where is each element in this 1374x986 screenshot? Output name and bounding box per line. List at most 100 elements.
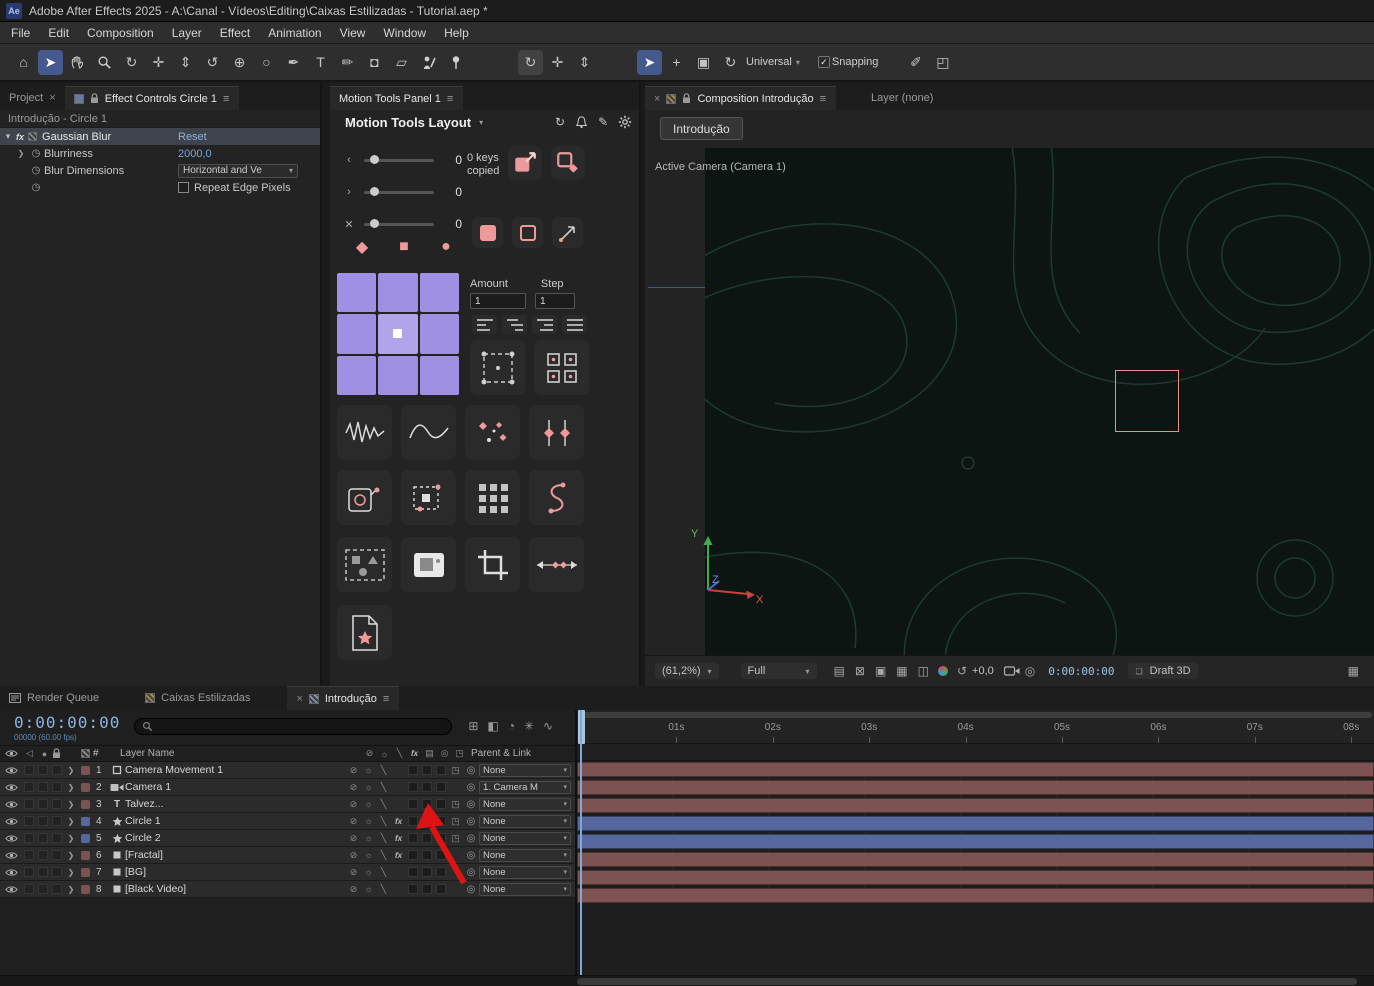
pick-whip-icon[interactable]: ◎ [463, 782, 479, 793]
quality-switch[interactable]: ╲ [376, 884, 391, 895]
layer-name[interactable]: [Fractal] [125, 849, 346, 861]
layer-name[interactable]: Camera 1 [125, 781, 346, 793]
grid-dots-icon[interactable] [465, 470, 520, 525]
new-doc-star-icon[interactable] [337, 605, 392, 660]
grid-cell[interactable] [419, 273, 459, 313]
solo-cell[interactable] [38, 816, 48, 826]
reset-button[interactable]: Reset [178, 131, 207, 143]
motion-blur-column-icon[interactable]: ◎ [437, 748, 452, 759]
audio-cell[interactable] [24, 799, 34, 809]
time-ruler[interactable]: 01s 02s 03s 04s 05s 06s 07s 08s [577, 710, 1374, 744]
slider-value[interactable]: 0 [440, 217, 462, 231]
type-tool-icon[interactable]: T [308, 50, 333, 75]
mask-toggle-icon[interactable]: ⊠ [855, 664, 865, 678]
exposure-value[interactable]: +0,0 [972, 665, 994, 677]
home-icon[interactable]: ⌂ [11, 50, 36, 75]
lock-cell[interactable] [52, 782, 62, 792]
close-tab-icon[interactable]: × [654, 93, 660, 105]
snapshot-icon[interactable] [401, 537, 456, 592]
keyframe-pins-icon[interactable] [529, 405, 584, 460]
menu-help[interactable]: Help [435, 22, 478, 44]
collapse-switch[interactable]: ☼ [361, 799, 376, 809]
pick-whip-icon[interactable]: ◎ [463, 765, 479, 776]
grid-cell[interactable] [337, 314, 377, 354]
frame-blend-cell[interactable] [408, 765, 418, 775]
layer-duration-bar[interactable] [577, 762, 1374, 777]
layer-name[interactable]: [BG] [125, 866, 346, 878]
scrollbar-thumb[interactable] [577, 978, 1357, 985]
snapshot-view-icon[interactable]: ◫ [918, 664, 929, 678]
layer-row[interactable]: ❯ 2 Camera 1 ⊘ ☼ ╲ ◎ 1. Camera M ▾ [0, 779, 575, 796]
ruler-toggle-icon[interactable]: ▤ [834, 664, 845, 678]
grid-cell[interactable] [337, 273, 377, 313]
menu-edit[interactable]: Edit [39, 22, 78, 44]
solo-cell[interactable] [38, 799, 48, 809]
lock-cell[interactable] [52, 884, 62, 894]
eraser-tool-icon[interactable]: ▱ [389, 50, 414, 75]
audio-cell[interactable] [24, 782, 34, 792]
snapping-checkbox[interactable]: ✓ [817, 56, 830, 68]
expand-arrow-icon[interactable]: ❯ [64, 817, 78, 826]
layer-name[interactable]: Camera Movement 1 [125, 764, 346, 776]
diagonal-arrow-icon[interactable] [552, 217, 583, 248]
shy-switch[interactable]: ⊘ [346, 850, 361, 861]
align-stagger-icon[interactable] [502, 315, 527, 334]
selection-tool-icon[interactable]: ➤ [38, 49, 63, 75]
slider-value[interactable]: 0 [440, 153, 462, 167]
stopwatch-icon[interactable]: ◷ [28, 165, 44, 176]
layer-name[interactable]: Circle 1 [125, 815, 346, 827]
layer-duration-bar[interactable] [577, 870, 1374, 885]
channel-toggle-icon[interactable] [937, 666, 948, 676]
layer-row[interactable]: ❯ 8 [Black Video] ⊘ ☼ ╲ ◎ None ▾ [0, 881, 575, 898]
draft-3d-toggle-icon[interactable]: ◧ [487, 719, 498, 733]
region-of-interest-icon[interactable]: ▣ [875, 664, 886, 678]
tab-effect-controls[interactable]: Effect Controls Circle 1 ≡ [64, 86, 240, 110]
work-area-bar[interactable] [579, 712, 1372, 718]
selection-region-icon[interactable] [470, 340, 525, 395]
label-column-icon[interactable] [81, 749, 90, 758]
label-color-chip[interactable] [81, 782, 90, 792]
menu-animation[interactable]: Animation [259, 22, 330, 44]
property-row-blurriness[interactable]: ❯ ◷ Blurriness 2000,0 [0, 145, 320, 162]
transparency-grid-icon[interactable]: ▦ [896, 664, 907, 678]
marquee-shapes-icon[interactable] [337, 537, 392, 592]
amount-input[interactable]: 1 [470, 293, 526, 309]
ground-plane-icon[interactable]: ▦ [1348, 664, 1359, 678]
collapse-column-icon[interactable]: ☼ [377, 749, 392, 759]
diamond-shape-icon[interactable]: ◆ [352, 237, 372, 257]
camera-settings-icon[interactable] [1003, 665, 1020, 677]
property-row-blur-dimensions[interactable]: ◷ Blur Dimensions Horizontal and Ve ▾ [0, 162, 320, 179]
shy-switch[interactable]: ⊘ [346, 799, 361, 810]
gear-icon[interactable] [618, 115, 632, 129]
brush-tool-icon[interactable]: ✏ [335, 50, 360, 75]
expand-region-icon[interactable]: ◰ [930, 50, 955, 75]
grid-cell[interactable] [378, 314, 418, 354]
collapse-caret-icon[interactable]: ▾ [0, 131, 16, 142]
exposure-reset-icon[interactable]: ↺ [957, 664, 967, 678]
slider-knob[interactable] [370, 155, 379, 164]
panel-menu-icon[interactable]: ≡ [223, 93, 230, 105]
menu-composition[interactable]: Composition [78, 22, 163, 44]
crop-icon[interactable] [465, 537, 520, 592]
adjustment-cell[interactable] [436, 765, 446, 775]
slider-track[interactable] [364, 219, 434, 228]
parent-dropdown[interactable]: None ▾ [479, 831, 571, 845]
spacing-arrows-icon[interactable] [529, 537, 584, 592]
audio-cell[interactable] [24, 765, 34, 775]
shy-switch[interactable]: ⊘ [346, 782, 361, 793]
solo-cell[interactable] [38, 884, 48, 894]
stopwatch-icon[interactable]: ◷ [28, 182, 44, 193]
layer-duration-bar[interactable] [577, 816, 1374, 831]
motion-layout-title[interactable]: Motion Tools Layout [345, 115, 471, 130]
comp-mini-flowchart-icon[interactable]: ⊞ [468, 719, 478, 733]
motion-blur-cell[interactable] [422, 782, 432, 792]
lock-cell[interactable] [52, 799, 62, 809]
lock-cell[interactable] [52, 816, 62, 826]
comp-name-chip[interactable]: Introdução [660, 117, 743, 140]
parent-dropdown[interactable]: None ▾ [479, 865, 571, 879]
layer-visibility-toggle[interactable] [0, 834, 22, 843]
copy-keys-icon[interactable] [508, 146, 542, 180]
quality-column-icon[interactable]: ╲ [392, 748, 407, 759]
slider-value[interactable]: 0 [440, 185, 462, 199]
label-color-chip[interactable] [81, 884, 90, 894]
